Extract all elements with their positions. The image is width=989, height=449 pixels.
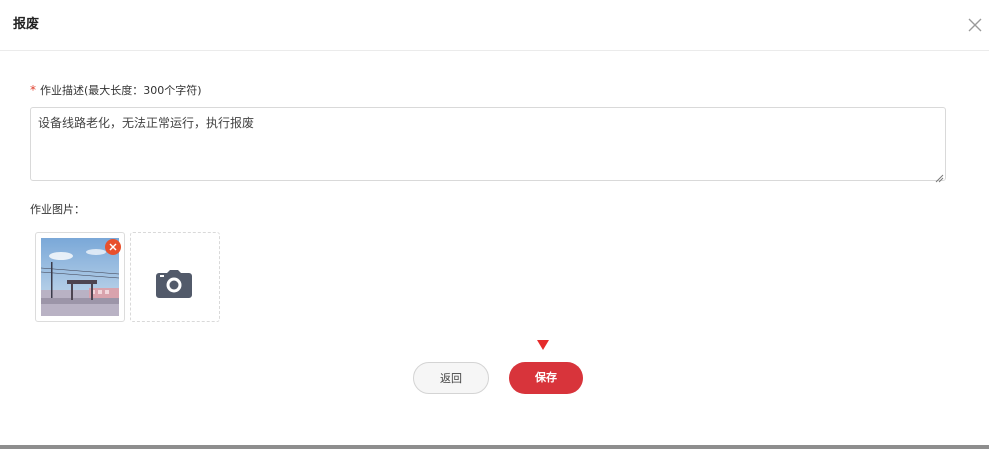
dialog-title: 报废 (13, 17, 40, 32)
description-label-row: * 作业描述(最大长度：300个字符) (30, 83, 202, 98)
pointer-marker-icon (537, 335, 549, 350)
scrap-dialog: 报废 * 作业描述(最大长度：300个字符) 设备线路老化，无法正常运行，执行报废… (0, 0, 989, 449)
dialog-header: 报废 (0, 0, 989, 51)
description-label: 作业描述(最大长度：300个字符) (40, 84, 202, 97)
resize-handle-icon[interactable] (934, 168, 944, 183)
uploaded-image-thumbnail[interactable] (35, 232, 125, 322)
camera-icon (156, 270, 192, 298)
back-button[interactable]: 返回 (413, 362, 489, 394)
required-mark: * (30, 83, 36, 97)
description-textarea[interactable]: 设备线路老化，无法正常运行，执行报废 (30, 107, 946, 181)
save-button[interactable]: 保存 (509, 362, 583, 394)
close-icon[interactable] (966, 16, 984, 34)
pictures-label: 作业图片： (30, 203, 85, 216)
upload-image-button[interactable] (130, 232, 220, 322)
delete-image-icon[interactable] (105, 239, 121, 255)
